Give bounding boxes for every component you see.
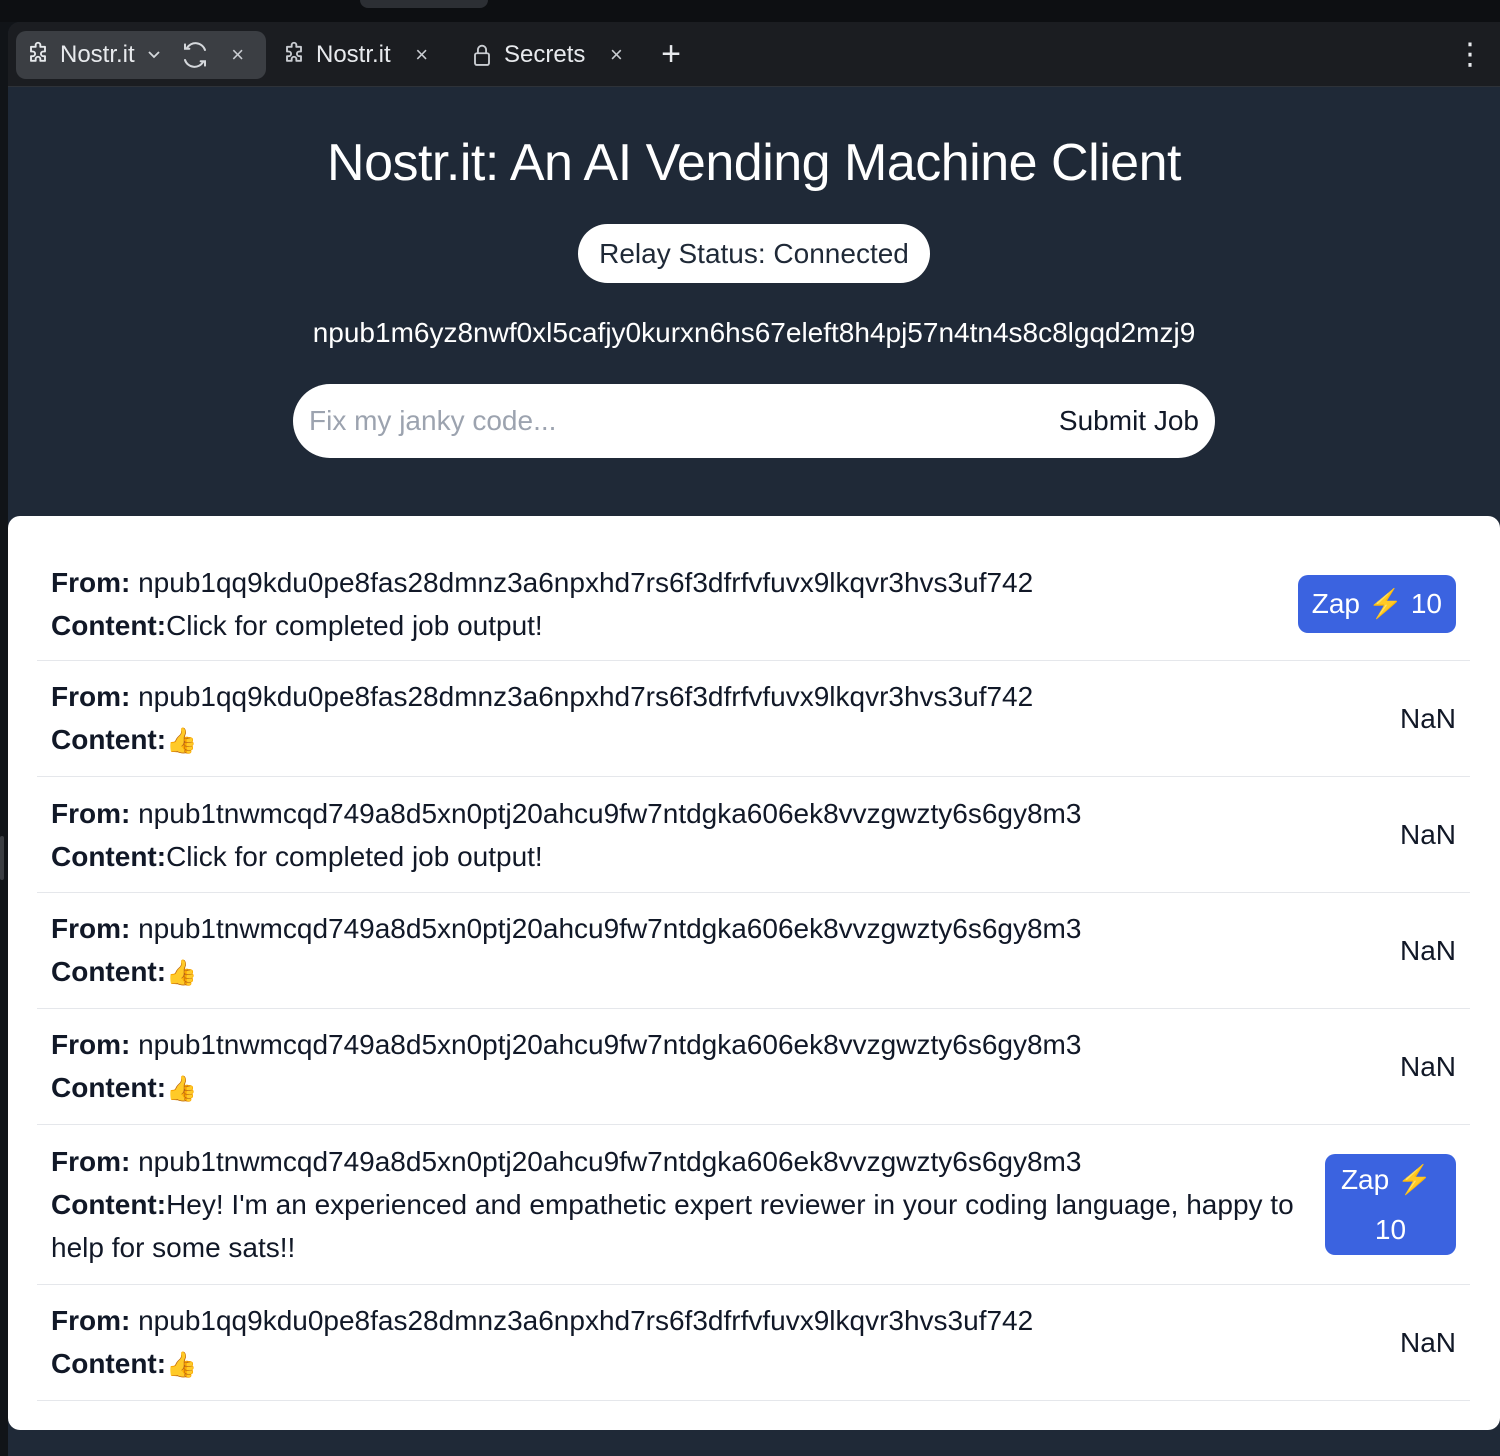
zap-button[interactable]: Zap ⚡ 10 [1325,1154,1456,1255]
feed-item: From: npub1qq9kdu0pe8fas28dmnz3a6npxhd7r… [37,1285,1470,1401]
job-form: Submit Job [293,384,1215,458]
puzzle-icon [24,41,52,69]
zap-amount: 10 [1374,1214,1407,1246]
page-header: Nostr.it: An AI Vending Machine Client R… [8,87,1500,517]
feed-item-text: From: npub1tnwmcqd749a8d5xn0ptj20ahcu9fw… [51,1023,1396,1111]
zap-label: Zap [1340,1163,1390,1195]
from-label: From: [51,1146,131,1177]
zap-label: Zap [1311,587,1360,619]
feed-item-text: From: npub1qq9kdu0pe8fas28dmnz3a6npxhd7r… [51,1299,1396,1387]
zap-amount-nan: NaN [1399,1050,1456,1082]
puzzle-icon [280,41,308,69]
window-top-strip [0,0,1500,22]
thumbs-up-icon: 👍 [166,726,198,755]
from-npub: npub1tnwmcqd749a8d5xn0ptj20ahcu9fw7ntdgk… [138,912,1082,944]
from-label: From: [51,566,131,598]
from-npub: npub1qq9kdu0pe8fas28dmnz3a6npxhd7rs6f3df… [138,1304,1034,1336]
relay-status-badge: Relay Status: Connected [578,224,930,283]
feed-item-text: From: npub1qq9kdu0pe8fas28dmnz3a6npxhd7r… [51,561,1298,647]
job-input[interactable] [293,384,1047,458]
lock-icon [468,41,496,69]
thumbs-up-icon: 👍 [166,1350,198,1379]
tab-bar: Nostr.it × Nostr.it × Secrets × + ⋮ [8,22,1500,87]
new-tab-button[interactable]: + [656,34,686,74]
tab-secrets[interactable]: Secrets × [468,31,648,79]
more-menu-icon[interactable]: ⋮ [1455,34,1485,74]
zap-button[interactable]: Zap ⚡ 10 [1297,574,1456,633]
from-label: From: [51,1304,131,1336]
from-npub: npub1tnwmcqd749a8d5xn0ptj20ahcu9fw7ntdgk… [138,1146,1082,1177]
from-label: From: [51,912,131,944]
content-label: Content: [51,840,167,872]
tab-nostr-it-active[interactable]: Nostr.it × [16,31,266,79]
lightning-icon: ⚡ [1367,588,1403,619]
zap-amount-nan: NaN [1399,1326,1456,1358]
page-title: Nostr.it: An AI Vending Machine Client [327,134,1181,192]
content-text: Hey! I'm an experienced and empathetic e… [51,1189,1294,1263]
user-npub: npub1m6yz8nwf0xl5cafjy0kurxn6hs67eleft8h… [312,317,1196,348]
tab-label: Nostr.it [60,41,135,68]
feed-item-text: From: npub1tnwmcqd749a8d5xn0ptj20ahcu9fw… [51,1140,1325,1269]
feed-item-text: From: npub1tnwmcqd749a8d5xn0ptj20ahcu9fw… [51,907,1396,995]
thumbs-up-icon: 👍 [166,1074,198,1103]
tab-label: Nostr.it [316,41,391,68]
from-label: From: [51,680,131,712]
zap-amount: 10 [1410,587,1442,619]
zap-amount-nan: NaN [1399,934,1456,966]
content-text[interactable]: Click for completed job output! [166,610,543,641]
feed-item: From: npub1qq9kdu0pe8fas28dmnz3a6npxhd7r… [37,661,1470,777]
zap-amount-nan: NaN [1399,818,1456,850]
from-label: From: [51,797,131,829]
submit-job-button[interactable]: Submit Job [1047,384,1215,458]
content-label: Content: [51,1189,167,1220]
window-drag-handle[interactable] [360,0,488,8]
content-label: Content: [51,955,167,987]
side-panel-handle[interactable] [0,836,4,880]
content-label: Content: [51,1071,167,1103]
content-text[interactable]: Click for completed job output! [166,841,543,872]
tab-label: Secrets [504,41,586,68]
close-tab-icon[interactable]: × [227,42,249,68]
reload-icon[interactable] [179,40,211,70]
feed-item: From: npub1tnwmcqd749a8d5xn0ptj20ahcu9fw… [37,777,1470,893]
from-label: From: [51,1028,131,1060]
lightning-icon: ⚡ [1397,1163,1433,1195]
from-npub: npub1tnwmcqd749a8d5xn0ptj20ahcu9fw7ntdgk… [138,1028,1082,1060]
thumbs-up-icon: 👍 [166,958,198,987]
content-label: Content: [51,609,167,641]
tab-nostr-it[interactable]: Nostr.it × [280,31,450,79]
zap-amount-nan: NaN [1399,702,1456,734]
feed-item: From: npub1tnwmcqd749a8d5xn0ptj20ahcu9fw… [37,1009,1470,1125]
from-npub: npub1qq9kdu0pe8fas28dmnz3a6npxhd7rs6f3df… [138,680,1034,712]
browser-window: Nostr.it × Nostr.it × Secrets × + ⋮ Nost… [8,22,1500,1456]
feed-item-text: From: npub1qq9kdu0pe8fas28dmnz3a6npxhd7r… [51,675,1396,763]
feed-item: From: npub1tnwmcqd749a8d5xn0ptj20ahcu9fw… [37,893,1470,1009]
feed-item: From: npub1tnwmcqd749a8d5xn0ptj20ahcu9fw… [37,1125,1470,1285]
content-label: Content: [51,1347,167,1379]
feed-item: From: npub1qq9kdu0pe8fas28dmnz3a6npxhd7r… [37,545,1470,661]
from-npub: npub1tnwmcqd749a8d5xn0ptj20ahcu9fw7ntdgk… [138,797,1082,829]
close-tab-icon[interactable]: × [605,42,627,68]
chevron-down-icon[interactable] [145,50,163,60]
feed-item-text: From: npub1tnwmcqd749a8d5xn0ptj20ahcu9fw… [51,792,1396,878]
from-npub: npub1qq9kdu0pe8fas28dmnz3a6npxhd7rs6f3df… [138,566,1034,598]
content-label: Content: [51,723,167,755]
job-feed: From: npub1qq9kdu0pe8fas28dmnz3a6npxhd7r… [8,516,1500,1430]
close-tab-icon[interactable]: × [411,42,433,68]
